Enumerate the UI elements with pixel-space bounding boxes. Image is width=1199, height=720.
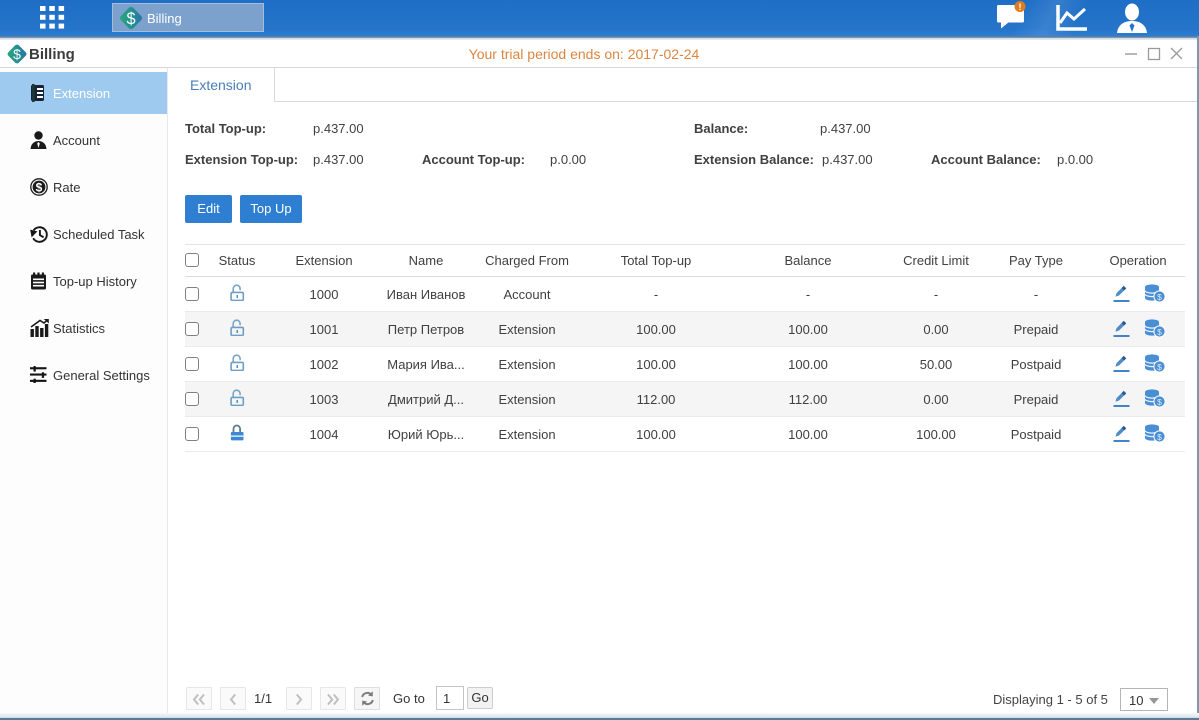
svg-text:$: $: [1157, 327, 1162, 337]
svg-text:$: $: [1157, 432, 1162, 442]
svg-text:$: $: [36, 180, 43, 194]
svg-text:$: $: [1157, 362, 1162, 372]
svg-text:$: $: [1157, 397, 1162, 407]
svg-text:$: $: [13, 46, 21, 62]
svg-text:$: $: [1157, 292, 1162, 302]
svg-text:!: !: [1019, 2, 1022, 12]
svg-text:$: $: [126, 10, 135, 28]
